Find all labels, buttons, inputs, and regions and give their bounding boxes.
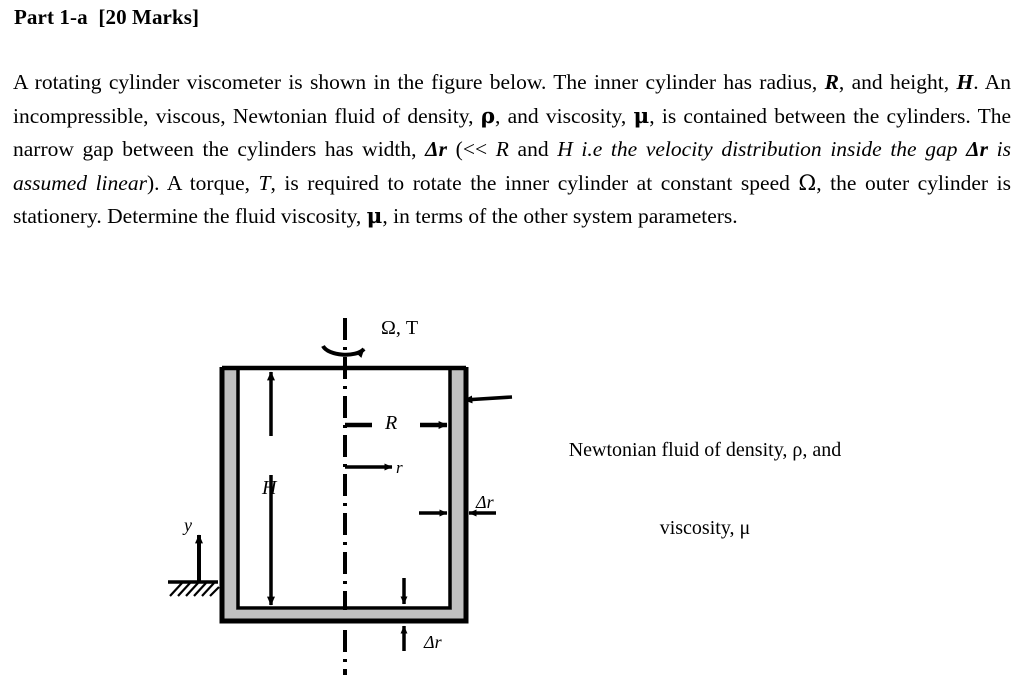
label-vertical-axis-y: y [184,515,192,535]
text-segment-7: and [508,137,558,161]
fluid-callout-line-2: viscosity, μ [659,517,751,539]
label-bottom-gap-delta-r: Δr [424,632,442,652]
page-title: Part 1-a [20 Marks] [14,5,200,29]
label-height-H: H [262,477,277,499]
fluid-callout-text: Newtonian fluid of density, ρ, and visco… [525,385,885,593]
viscometer-diagram: Ω, T R r H Δr Δr y Newtonian fluid of de… [0,300,1024,695]
variable-delta-r: Δr [425,137,448,161]
variable-H: H [956,70,974,94]
variable-omega: Ω [798,170,817,196]
variable-R: R [824,70,839,94]
variable-T: T [258,170,271,195]
label-omega-torque: Ω, T [381,317,419,339]
variable-R-2: R [495,137,509,161]
variable-delta-r-2: Δr [966,137,988,161]
text-segment-6: (<< [447,137,496,161]
variable-mu-2: μ [366,204,383,229]
text-segment-9: , is required to rotate the inner cylind… [270,170,799,195]
fluid-callout-leader [463,395,513,404]
variable-H-2: H [557,137,573,161]
label-side-gap-delta-r: Δr [476,492,494,512]
variable-mu: μ [633,103,650,129]
page-canvas: Part 1-a [20 Marks] A rotating cylinder … [0,0,1024,695]
fluid-callout-line-1: Newtonian fluid of density, ρ, and [568,439,842,461]
text-segment-4: , and viscosity, [495,103,634,128]
problem-paragraph: A rotating cylinder viscometer is shown … [13,66,1011,234]
text-segment-11: , in terms of the other system parameter… [382,204,738,228]
problem-statement: A rotating cylinder viscometer is shown … [13,66,1011,234]
italic-clause-1: i.e the velocity distribution inside the… [572,137,967,161]
variable-rho: ρ [480,103,495,129]
text-segment-8: ). A torque, [146,170,259,195]
text-segment-2: , and height, [838,70,957,94]
label-radial-r: r [396,458,403,477]
label-radius-R: R [385,412,398,434]
ground-reference-y-axis [168,534,220,597]
text-segment-1: A rotating cylinder viscometer is shown … [13,70,825,94]
